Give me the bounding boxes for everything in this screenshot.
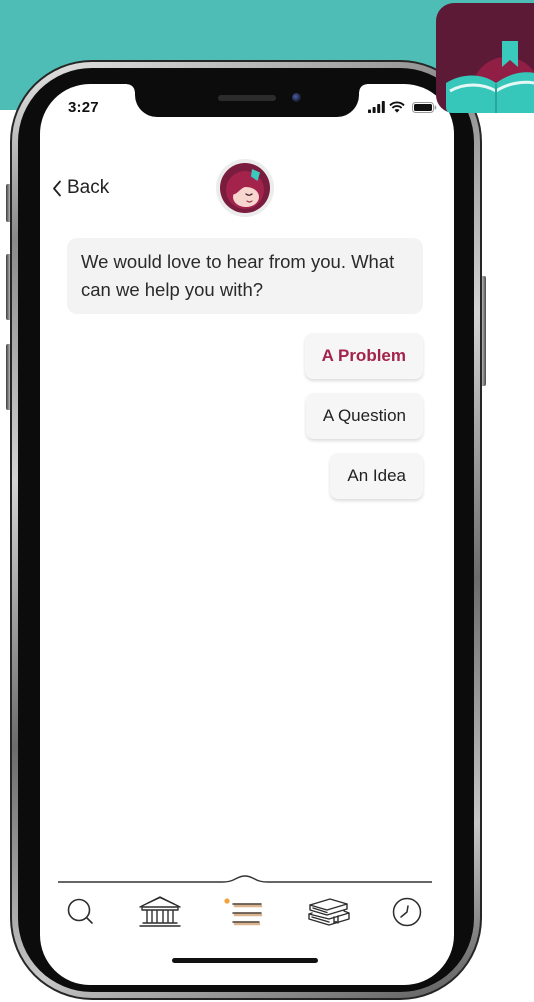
speaker-grille bbox=[218, 95, 276, 101]
tab-bar-divider bbox=[58, 875, 432, 883]
chat-message: We would love to hear from you. What can… bbox=[67, 238, 423, 314]
home-indicator[interactable] bbox=[172, 958, 318, 963]
library-icon[interactable] bbox=[136, 892, 184, 932]
front-camera bbox=[292, 93, 301, 102]
timeline-icon[interactable] bbox=[383, 892, 431, 932]
phone-frame: 3:27 Back We would love to hear from you… bbox=[10, 60, 482, 1000]
search-icon[interactable] bbox=[57, 892, 105, 932]
status-time: 3:27 bbox=[68, 99, 99, 116]
back-label[interactable]: Back bbox=[67, 176, 109, 200]
libby-app-icon bbox=[436, 3, 534, 113]
tab-library[interactable] bbox=[136, 892, 184, 932]
tab-bar bbox=[40, 892, 454, 932]
indicator-dot bbox=[224, 898, 230, 904]
reply-options: A Problem A Question An Idea bbox=[40, 333, 423, 499]
battery-icon bbox=[412, 102, 437, 113]
option-a-problem[interactable]: A Problem bbox=[304, 333, 423, 379]
chevron-left-icon[interactable] bbox=[52, 180, 62, 197]
tab-search[interactable] bbox=[57, 892, 105, 932]
tab-menu[interactable] bbox=[221, 892, 269, 932]
shelf-icon[interactable] bbox=[304, 892, 352, 932]
option-a-question[interactable]: A Question bbox=[305, 393, 423, 439]
libby-logo-icon bbox=[436, 3, 534, 113]
menu-icon[interactable] bbox=[221, 892, 269, 932]
back-button[interactable]: Back bbox=[52, 176, 109, 200]
tab-timeline[interactable] bbox=[383, 892, 431, 932]
wifi-icon bbox=[389, 101, 405, 113]
promo-canvas: 3:27 Back We would love to hear from you… bbox=[0, 0, 534, 1002]
option-an-idea[interactable]: An Idea bbox=[330, 453, 423, 499]
notch bbox=[127, 84, 367, 117]
libby-avatar-icon bbox=[216, 159, 274, 217]
avatar bbox=[216, 159, 274, 217]
signal-icon bbox=[368, 101, 385, 113]
tab-shelf[interactable] bbox=[304, 892, 352, 932]
phone-screen: 3:27 Back We would love to hear from you… bbox=[40, 84, 454, 985]
